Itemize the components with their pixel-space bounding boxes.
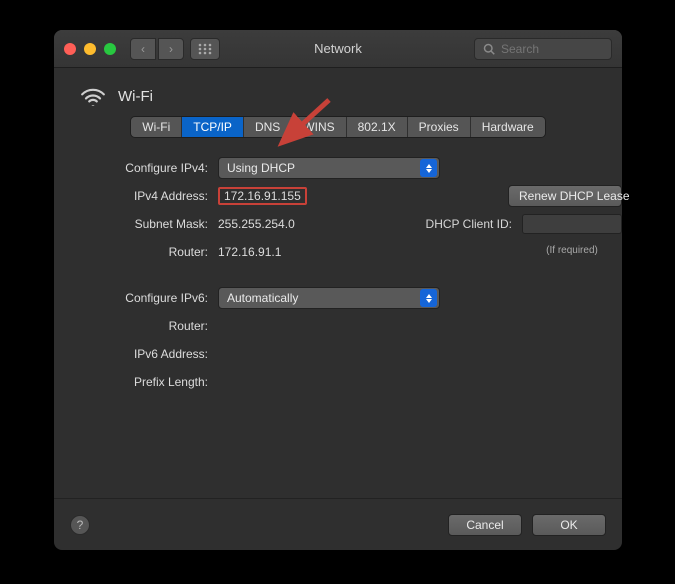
tab-wifi[interactable]: Wi-Fi bbox=[131, 117, 182, 137]
wifi-icon bbox=[80, 86, 106, 106]
ipv6-address-label: IPv6 Address: bbox=[78, 347, 208, 361]
interface-name: Wi-Fi bbox=[118, 88, 153, 105]
configure-ipv6-label: Configure IPv6: bbox=[78, 291, 208, 305]
tab-proxies[interactable]: Proxies bbox=[408, 117, 471, 137]
renew-dhcp-lease-button[interactable]: Renew DHCP Lease bbox=[508, 185, 622, 207]
show-all-button[interactable] bbox=[190, 38, 220, 60]
search-icon bbox=[483, 43, 495, 55]
tab-hardware[interactable]: Hardware bbox=[471, 117, 545, 137]
grid-icon bbox=[198, 43, 212, 55]
panel-header: Wi-Fi bbox=[54, 68, 622, 114]
ipv4-router-value: 172.16.91.1 bbox=[218, 245, 380, 259]
tabbar: Wi-Fi TCP/IP DNS WINS 802.1X Proxies Har… bbox=[54, 114, 622, 148]
ok-button[interactable]: OK bbox=[532, 514, 606, 536]
cancel-button[interactable]: Cancel bbox=[448, 514, 522, 536]
updown-arrows-icon bbox=[420, 289, 437, 307]
ipv4-address-value: 172.16.91.155 bbox=[218, 187, 307, 205]
search-field-wrap[interactable] bbox=[474, 38, 612, 60]
tab-8021x[interactable]: 802.1X bbox=[347, 117, 408, 137]
footer: ? Cancel OK bbox=[54, 498, 622, 550]
tab-dns[interactable]: DNS bbox=[244, 117, 292, 137]
prefix-length-label: Prefix Length: bbox=[78, 375, 208, 389]
ipv4-router-label: Router: bbox=[78, 245, 208, 259]
ipv6-router-label: Router: bbox=[78, 319, 208, 333]
nav-buttons: ‹ › bbox=[130, 38, 184, 60]
close-window-button[interactable] bbox=[64, 43, 76, 55]
updown-arrows-icon bbox=[420, 159, 437, 177]
chevron-right-icon: › bbox=[169, 42, 173, 56]
tcpip-panel: Configure IPv4: Using DHCP IPv4 Address:… bbox=[54, 148, 622, 498]
zoom-window-button[interactable] bbox=[104, 43, 116, 55]
dhcp-client-id-input[interactable] bbox=[522, 214, 622, 234]
tab-wins[interactable]: WINS bbox=[292, 117, 346, 137]
if-required-caption: (If required) bbox=[522, 245, 622, 256]
configure-ipv4-select[interactable]: Using DHCP bbox=[218, 157, 440, 179]
window-controls bbox=[64, 43, 116, 55]
configure-ipv6-value: Automatically bbox=[227, 291, 298, 305]
help-icon: ? bbox=[77, 518, 84, 532]
titlebar: ‹ › Network bbox=[54, 30, 622, 68]
ipv4-address-label: IPv4 Address: bbox=[78, 189, 208, 203]
configure-ipv6-select[interactable]: Automatically bbox=[218, 287, 440, 309]
chevron-left-icon: ‹ bbox=[141, 42, 145, 56]
forward-button[interactable]: › bbox=[158, 38, 184, 60]
network-preferences-window: ‹ › Network bbox=[54, 30, 622, 550]
configure-ipv4-label: Configure IPv4: bbox=[78, 161, 208, 175]
tab-tcpip[interactable]: TCP/IP bbox=[182, 117, 244, 137]
configure-ipv4-value: Using DHCP bbox=[227, 161, 295, 175]
subnet-mask-value: 255.255.254.0 bbox=[218, 217, 380, 231]
dhcp-client-id-label: DHCP Client ID: bbox=[390, 217, 512, 231]
help-button[interactable]: ? bbox=[70, 515, 90, 535]
subnet-mask-label: Subnet Mask: bbox=[78, 217, 208, 231]
back-button[interactable]: ‹ bbox=[130, 38, 156, 60]
search-input[interactable] bbox=[501, 42, 603, 56]
minimize-window-button[interactable] bbox=[84, 43, 96, 55]
